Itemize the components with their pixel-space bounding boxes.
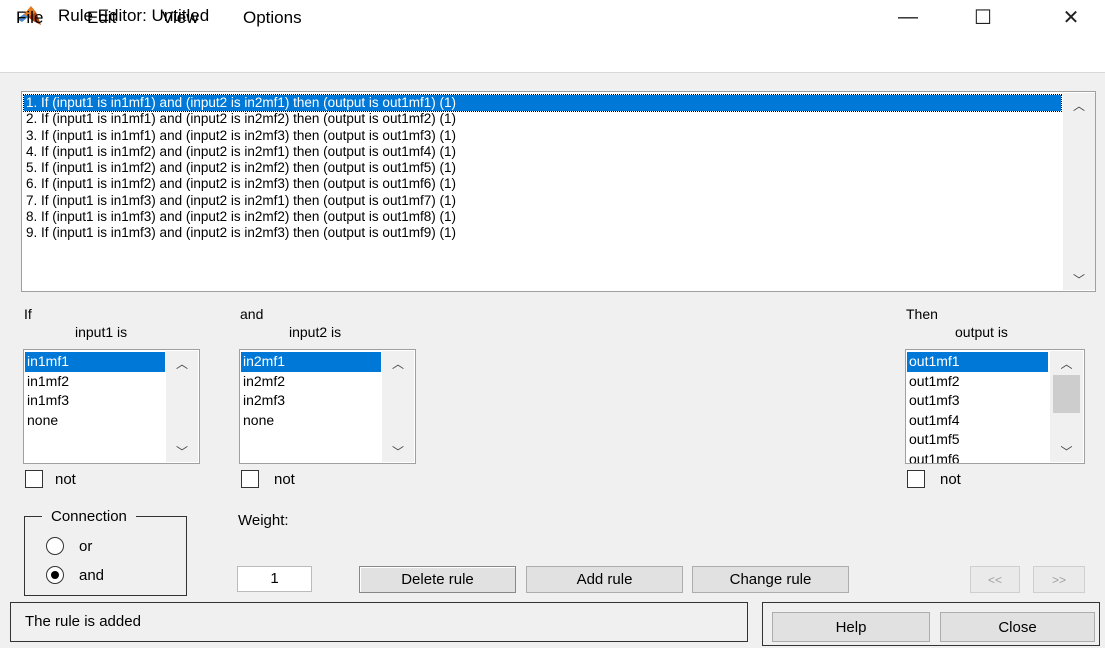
help-button[interactable]: Help — [772, 612, 930, 642]
menu-options[interactable]: Options — [243, 8, 302, 28]
output-label: output is — [955, 324, 1008, 340]
scroll-up-icon[interactable]: ︿ — [1050, 355, 1083, 372]
input1-option[interactable]: in1mf3 — [25, 391, 165, 411]
input2-not-checkbox[interactable] — [241, 470, 259, 488]
scroll-down-icon[interactable]: ﹀ — [1050, 443, 1083, 460]
input1-listbox[interactable]: in1mf1 in1mf2 in1mf3 none ︿ ﹀ — [23, 349, 200, 464]
rule-list[interactable]: 1. If (input1 is in1mf1) and (input2 is … — [21, 91, 1096, 292]
maximize-button[interactable]: ☐ — [960, 0, 1006, 34]
rule-row[interactable]: 7. If (input1 is in1mf3) and (input2 is … — [24, 193, 1061, 209]
scroll-thumb[interactable] — [1053, 375, 1080, 413]
output-option[interactable]: out1mf5 — [907, 430, 1048, 450]
input2-options: in2mf1 in2mf2 in2mf3 none — [241, 352, 381, 430]
connection-or-label: or — [79, 538, 93, 555]
menu-edit[interactable]: Edit — [87, 8, 116, 28]
scroll-up-icon[interactable]: ︿ — [382, 355, 414, 372]
input2-option[interactable]: in2mf2 — [241, 372, 381, 392]
scroll-down-icon[interactable]: ﹀ — [166, 443, 198, 460]
rule-row[interactable]: 2. If (input1 is in1mf1) and (input2 is … — [24, 111, 1061, 127]
input1-options: in1mf1 in1mf2 in1mf3 none — [25, 352, 165, 430]
output-listbox[interactable]: out1mf1 out1mf2 out1mf3 out1mf4 out1mf5 out1m… — [905, 349, 1085, 464]
input2-listbox[interactable]: in2mf1 in2mf2 in2mf3 none ︿ ﹀ — [239, 349, 416, 464]
input1-not-checkbox[interactable] — [25, 470, 43, 488]
scroll-down-icon[interactable]: ﹀ — [382, 443, 414, 460]
connection-group — [24, 516, 187, 596]
input1-option[interactable]: in1mf1 — [25, 352, 165, 372]
connection-or-radio[interactable] — [46, 537, 64, 555]
output-option[interactable]: out1mf1 — [907, 352, 1048, 372]
input1-option[interactable]: none — [25, 411, 165, 431]
change-rule-button[interactable]: Change rule — [692, 566, 849, 593]
connection-and-radio[interactable] — [46, 566, 64, 584]
scroll-up-icon[interactable]: ︿ — [166, 355, 198, 372]
input1-scrollbar[interactable]: ︿ ﹀ — [166, 351, 198, 462]
menu-file[interactable]: File — [16, 8, 43, 28]
connection-legend: Connection — [42, 508, 136, 525]
rule-row[interactable]: 6. If (input1 is in1mf2) and (input2 is … — [24, 176, 1061, 192]
input1-label: input1 is — [75, 324, 128, 340]
weight-label: Weight: — [238, 512, 289, 529]
previous-button[interactable]: << — [970, 566, 1020, 593]
input2-not-label: not — [274, 471, 295, 488]
rule-row[interactable]: 8. If (input1 is in1mf3) and (input2 is … — [24, 209, 1061, 225]
output-scrollbar[interactable]: ︿ ﹀ — [1050, 351, 1083, 462]
scroll-down-icon[interactable]: ﹀ — [1063, 271, 1095, 288]
output-option[interactable]: out1mf6 — [907, 450, 1048, 464]
output-option[interactable]: out1mf3 — [907, 391, 1048, 411]
input2-scrollbar[interactable]: ︿ ﹀ — [382, 351, 414, 462]
connection-and-label: and — [79, 567, 105, 584]
delete-rule-button[interactable]: Delete rule — [359, 566, 516, 593]
output-options: out1mf1 out1mf2 out1mf3 out1mf4 out1mf5 out1m… — [907, 352, 1048, 464]
input1-option[interactable]: in1mf2 — [25, 372, 165, 392]
input1-not-label: not — [55, 471, 76, 488]
rule-row[interactable]: 3. If (input1 is in1mf1) and (input2 is … — [24, 128, 1061, 144]
output-option[interactable]: out1mf4 — [907, 411, 1048, 431]
input2-option[interactable]: in2mf1 — [241, 352, 381, 372]
rule-rows: 1. If (input1 is in1mf1) and (input2 is … — [23, 93, 1062, 242]
rule-list-scrollbar[interactable]: ︿ ﹀ — [1063, 93, 1095, 290]
input2-option[interactable]: in2mf3 — [241, 391, 381, 411]
rule-row[interactable]: 9. If (input1 is in1mf3) and (input2 is … — [24, 225, 1061, 241]
close-window-button[interactable]: ✕ — [1048, 0, 1094, 34]
radio-selected-dot — [51, 571, 59, 579]
input2-label: input2 is — [289, 324, 342, 340]
output-not-checkbox[interactable] — [907, 470, 925, 488]
rule-row[interactable]: 4. If (input1 is in1mf2) and (input2 is … — [24, 144, 1061, 160]
output-option[interactable]: out1mf2 — [907, 372, 1048, 392]
menu-bar — [0, 34, 1105, 73]
status-text: The rule is added — [25, 613, 141, 630]
add-rule-button[interactable]: Add rule — [526, 566, 683, 593]
input2-option[interactable]: none — [241, 411, 381, 431]
next-button[interactable]: >> — [1033, 566, 1085, 593]
weight-input[interactable]: 1 — [237, 566, 312, 592]
output-not-label: not — [940, 471, 961, 488]
rule-row[interactable]: 1. If (input1 is in1mf1) and (input2 is … — [23, 93, 1062, 113]
then-label: Then — [906, 306, 938, 322]
scroll-up-icon[interactable]: ︿ — [1063, 97, 1095, 114]
rule-row[interactable]: 5. If (input1 is in1mf2) and (input2 is … — [24, 160, 1061, 176]
menu-view[interactable]: View — [162, 8, 199, 28]
close-button[interactable]: Close — [940, 612, 1095, 642]
minimize-button[interactable]: — — [885, 0, 931, 34]
if-label: If — [24, 306, 32, 322]
and-label: and — [240, 306, 264, 322]
